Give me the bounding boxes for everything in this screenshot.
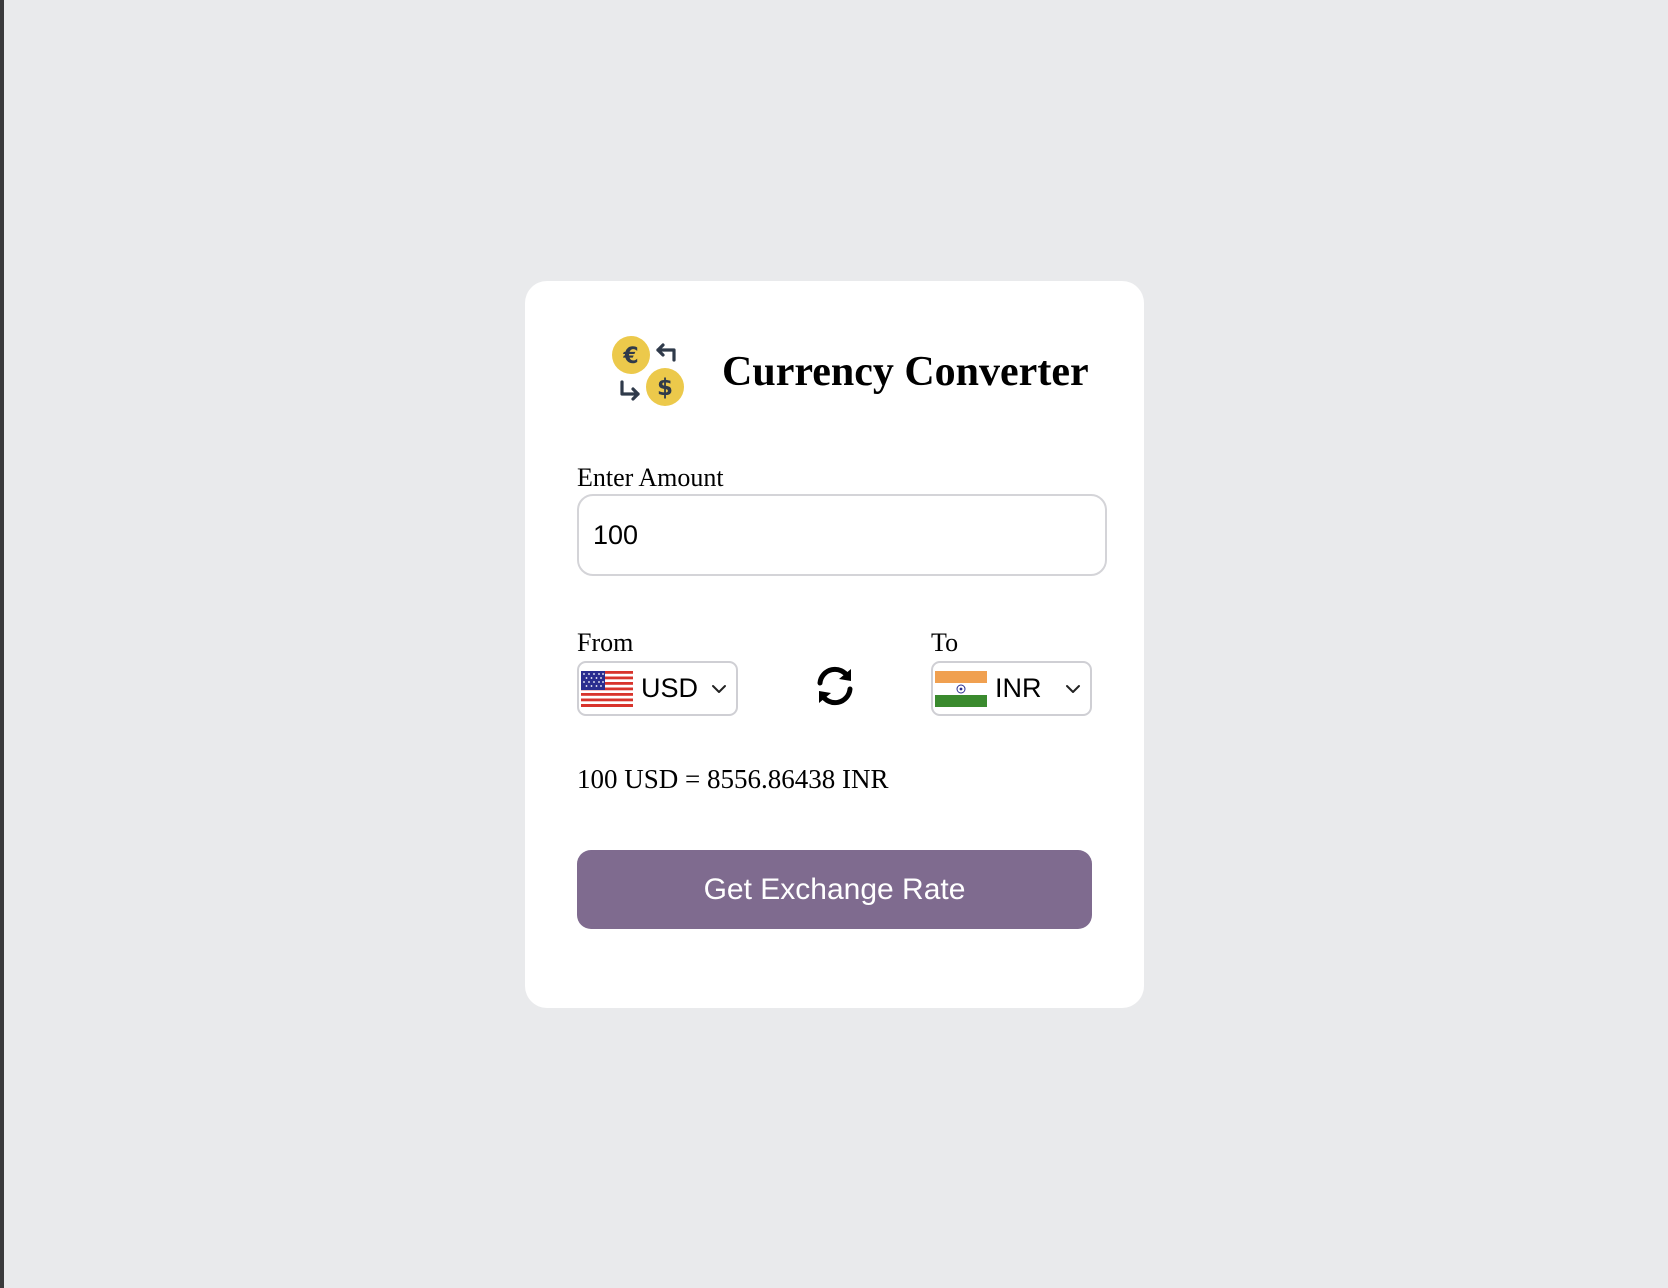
header: € $ Currency Converter [610,334,1089,410]
page-title: Currency Converter [722,349,1089,395]
us-flag-icon [581,670,633,707]
converter-card: € $ Currency Converter Enter Amount From [525,281,1144,1008]
chevron-down-icon [1066,684,1080,693]
swap-arrows-icon[interactable] [813,664,857,708]
india-flag-icon [935,670,987,707]
exchange-result: 100 USD = 8556.86438 INR [577,764,889,794]
to-currency-code: INR [995,673,1042,703]
svg-text:€: € [622,344,638,369]
get-exchange-rate-button[interactable]: Get Exchange Rate [577,850,1092,929]
from-currency-select[interactable]: USD [577,661,738,716]
chevron-down-icon [712,684,726,693]
from-currency-code: USD [641,673,699,703]
amount-input[interactable] [577,494,1107,576]
to-currency-select[interactable]: INR [931,661,1092,716]
window-edge [0,0,4,1288]
svg-text:$: $ [657,375,673,401]
to-label: To [931,628,959,657]
amount-label: Enter Amount [577,463,724,492]
from-label: From [577,628,634,657]
currency-exchange-icon: € $ [612,336,684,406]
